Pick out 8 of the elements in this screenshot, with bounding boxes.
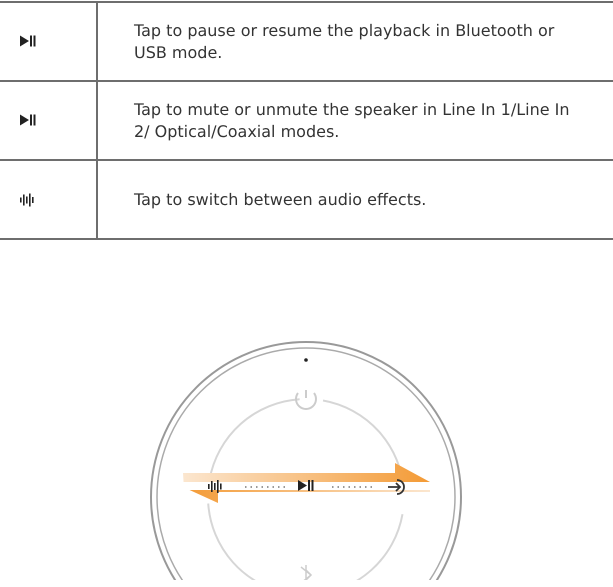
description-text: Tap to switch between audio effects. [134, 190, 426, 208]
play-pause-icon [20, 114, 36, 125]
waveform-icon [20, 193, 34, 206]
waveform-icon [208, 480, 222, 493]
play-pause-icon [20, 35, 36, 46]
description-text: Tap to mute or unmute the speaker in Line In 1/Line In 2/ Optical/Coaxial modes. [134, 100, 570, 140]
description-text: Tap to pause or resume the playback in Bluetooth or USB mode. [134, 20, 554, 62]
play-pause-icon [298, 480, 314, 491]
